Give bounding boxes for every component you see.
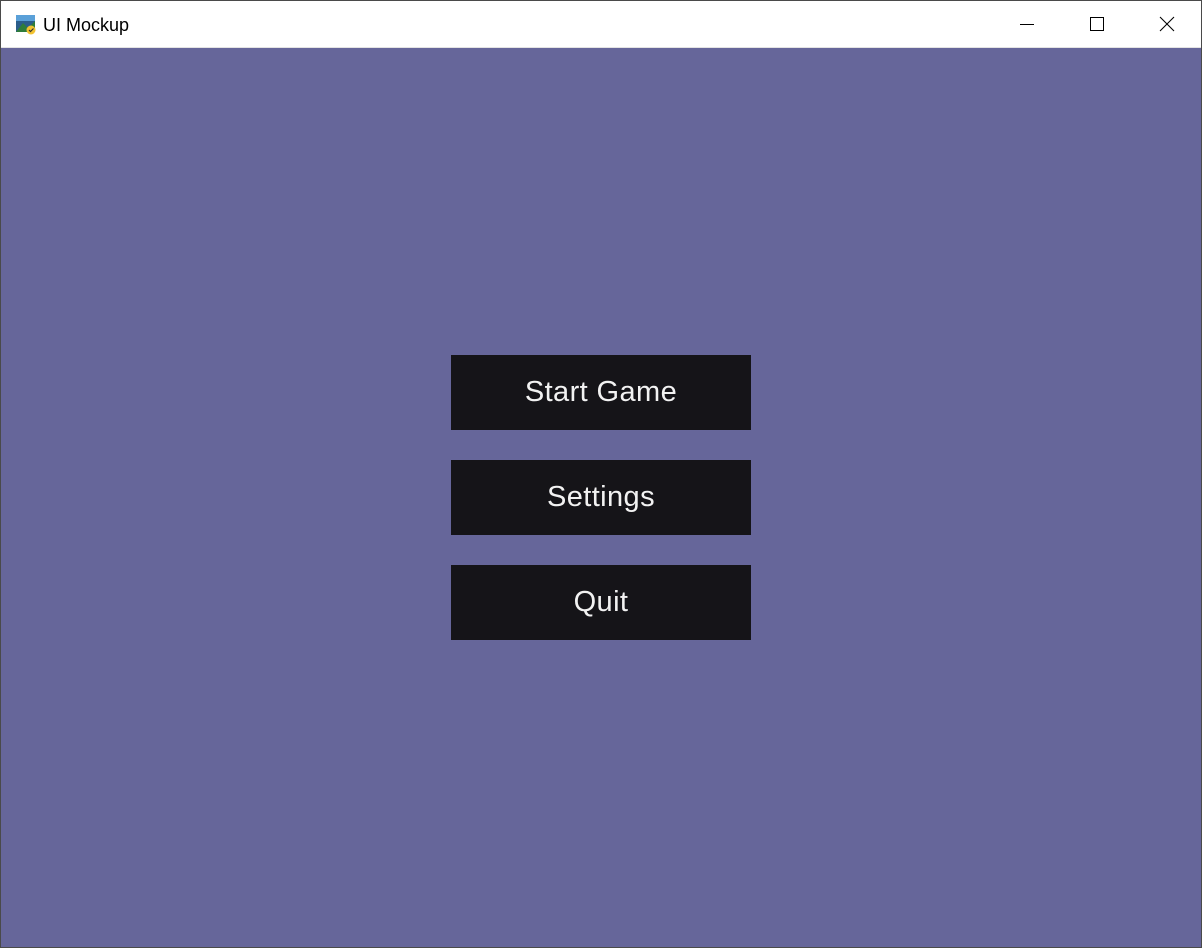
title-bar[interactable]: UI Mockup <box>1 1 1201 48</box>
maximize-icon <box>1090 17 1104 31</box>
start-game-button[interactable]: Start Game <box>451 355 751 430</box>
close-icon <box>1159 16 1175 32</box>
main-menu-area: Start Game Settings Quit <box>1 48 1201 947</box>
maximize-button[interactable] <box>1062 1 1132 47</box>
settings-button[interactable]: Settings <box>451 460 751 535</box>
quit-button[interactable]: Quit <box>451 565 751 640</box>
window-title: UI Mockup <box>43 15 130 35</box>
minimize-icon <box>1020 24 1034 25</box>
app-window: UI Mockup Start Game Settings Quit <box>0 0 1202 948</box>
app-icon <box>16 15 36 35</box>
close-button[interactable] <box>1132 1 1202 47</box>
minimize-button[interactable] <box>992 1 1062 47</box>
